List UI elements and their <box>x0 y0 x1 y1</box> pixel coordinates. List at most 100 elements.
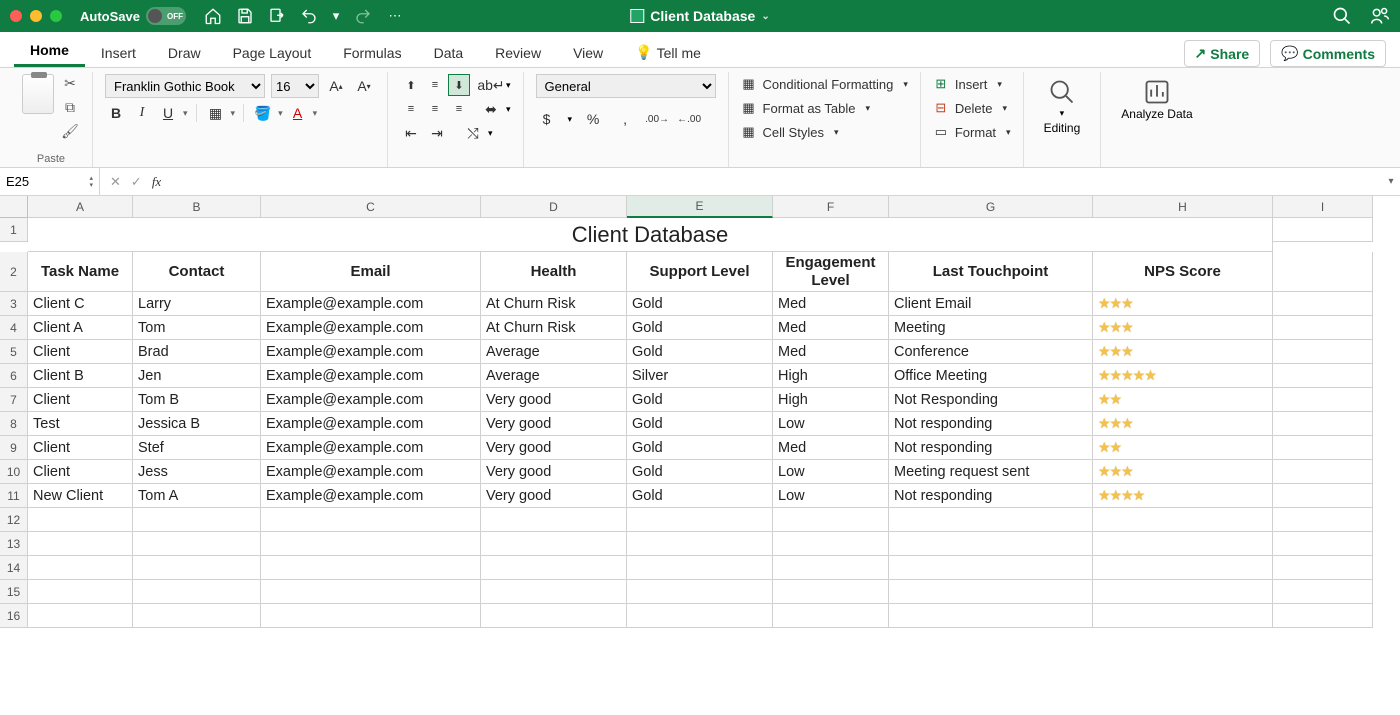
cell[interactable]: At Churn Risk <box>481 316 627 340</box>
cancel-formula-icon[interactable]: ✕ <box>110 174 121 190</box>
increase-indent-icon[interactable]: ⇥ <box>426 122 448 144</box>
wrap-dropdown-icon[interactable]: ▾ <box>506 80 511 91</box>
row-header-14[interactable]: 14 <box>0 556 28 580</box>
cell[interactable] <box>133 604 261 628</box>
save-icon[interactable] <box>236 7 254 25</box>
row-header-3[interactable]: 3 <box>0 292 28 316</box>
cell[interactable]: Gold <box>627 460 773 484</box>
cell[interactable]: Very good <box>481 484 627 508</box>
cell[interactable]: Med <box>773 436 889 460</box>
column-header-F[interactable]: F <box>773 196 889 218</box>
cell[interactable] <box>1273 508 1373 532</box>
cell[interactable]: Example@example.com <box>261 436 481 460</box>
more-icon[interactable]: ⋯ <box>386 7 404 25</box>
cell[interactable] <box>773 556 889 580</box>
cell[interactable] <box>1093 532 1273 556</box>
align-bottom-icon[interactable]: ⬇ <box>448 74 470 96</box>
cell[interactable]: Average <box>481 340 627 364</box>
share-button[interactable]: ↗ Share <box>1184 40 1261 67</box>
cell[interactable]: Not responding <box>889 436 1093 460</box>
delete-cells-button[interactable]: ⊟Delete▾ <box>933 98 1011 118</box>
autosave-switch[interactable]: OFF <box>146 7 186 25</box>
home-icon[interactable] <box>204 7 222 25</box>
accept-formula-icon[interactable]: ✓ <box>131 174 142 190</box>
cell[interactable]: Gold <box>627 412 773 436</box>
row-header-15[interactable]: 15 <box>0 580 28 604</box>
comma-button[interactable]: , <box>614 108 636 130</box>
percent-button[interactable]: % <box>582 108 604 130</box>
autosave-toggle[interactable]: AutoSave OFF <box>80 7 186 25</box>
cell[interactable] <box>1273 364 1373 388</box>
comments-button[interactable]: 💬 Comments <box>1270 40 1386 67</box>
cell[interactable]: Brad <box>133 340 261 364</box>
fill-color-button[interactable]: 🪣 <box>252 102 274 124</box>
cell[interactable] <box>627 604 773 628</box>
cell[interactable] <box>1273 436 1373 460</box>
format-painter-icon[interactable]: 🖌 <box>60 122 80 140</box>
row-header-6[interactable]: 6 <box>0 364 28 388</box>
cell[interactable]: Client C <box>28 292 133 316</box>
cell[interactable] <box>889 556 1093 580</box>
row-header-13[interactable]: 13 <box>0 532 28 556</box>
share-people-icon[interactable] <box>1370 6 1390 26</box>
font-name-select[interactable]: Franklin Gothic Book <box>105 74 265 98</box>
cell[interactable]: Average <box>481 364 627 388</box>
fill-dropdown-icon[interactable]: ▾ <box>278 108 283 119</box>
cell[interactable]: Example@example.com <box>261 316 481 340</box>
align-top-icon[interactable]: ⬆ <box>400 74 422 96</box>
cell[interactable]: Very good <box>481 388 627 412</box>
cell[interactable]: Jen <box>133 364 261 388</box>
font-color-button[interactable]: A <box>287 102 309 124</box>
format-as-table-button[interactable]: ▦Format as Table▾ <box>741 98 908 118</box>
cell[interactable]: Tom A <box>133 484 261 508</box>
cell[interactable]: Very good <box>481 412 627 436</box>
align-left-icon[interactable]: ≡ <box>400 98 422 120</box>
table-header-cell[interactable]: Task Name <box>28 252 133 292</box>
cell[interactable] <box>1273 292 1373 316</box>
nps-cell[interactable]: ★★★ <box>1093 316 1273 340</box>
column-header-D[interactable]: D <box>481 196 627 218</box>
cell[interactable]: Jess <box>133 460 261 484</box>
nps-cell[interactable]: ★★ <box>1093 436 1273 460</box>
expand-formula-bar-icon[interactable]: ▾ <box>1382 176 1400 187</box>
cell[interactable] <box>889 508 1093 532</box>
row-header-4[interactable]: 4 <box>0 316 28 340</box>
tab-draw[interactable]: Draw <box>152 37 217 67</box>
table-header-cell[interactable]: Engagement Level <box>773 252 889 292</box>
tell-me[interactable]: 💡 Tell me <box>619 36 717 67</box>
cell[interactable] <box>28 556 133 580</box>
cell[interactable] <box>133 556 261 580</box>
cell[interactable]: Very good <box>481 460 627 484</box>
cell[interactable]: New Client <box>28 484 133 508</box>
cell[interactable] <box>1273 484 1373 508</box>
row-header-2[interactable]: 2 <box>0 252 28 292</box>
cell[interactable]: Client <box>28 388 133 412</box>
cell[interactable] <box>1273 252 1373 292</box>
cell[interactable]: Not responding <box>889 412 1093 436</box>
cell[interactable] <box>773 580 889 604</box>
cell[interactable]: Med <box>773 292 889 316</box>
cell[interactable] <box>773 604 889 628</box>
nps-cell[interactable]: ★★ <box>1093 388 1273 412</box>
borders-dropdown-icon[interactable]: ▾ <box>231 108 236 119</box>
cell[interactable]: Client A <box>28 316 133 340</box>
cell[interactable] <box>627 580 773 604</box>
cell[interactable] <box>627 556 773 580</box>
cell[interactable]: Not Responding <box>889 388 1093 412</box>
font-color-dropdown-icon[interactable]: ▾ <box>313 108 318 119</box>
cell[interactable] <box>627 508 773 532</box>
row-header-5[interactable]: 5 <box>0 340 28 364</box>
table-header-cell[interactable]: Health <box>481 252 627 292</box>
number-format-select[interactable]: General <box>536 74 716 98</box>
conditional-formatting-button[interactable]: ▦Conditional Formatting▾ <box>741 74 908 94</box>
cell[interactable] <box>1093 580 1273 604</box>
cell[interactable] <box>889 604 1093 628</box>
export-icon[interactable] <box>268 7 286 25</box>
cell[interactable]: Gold <box>627 340 773 364</box>
cell[interactable] <box>261 580 481 604</box>
cell[interactable] <box>481 580 627 604</box>
currency-dropdown-icon[interactable]: ▾ <box>568 114 573 125</box>
cell[interactable] <box>1273 460 1373 484</box>
close-window-icon[interactable] <box>10 10 22 22</box>
nps-cell[interactable]: ★★★ <box>1093 412 1273 436</box>
